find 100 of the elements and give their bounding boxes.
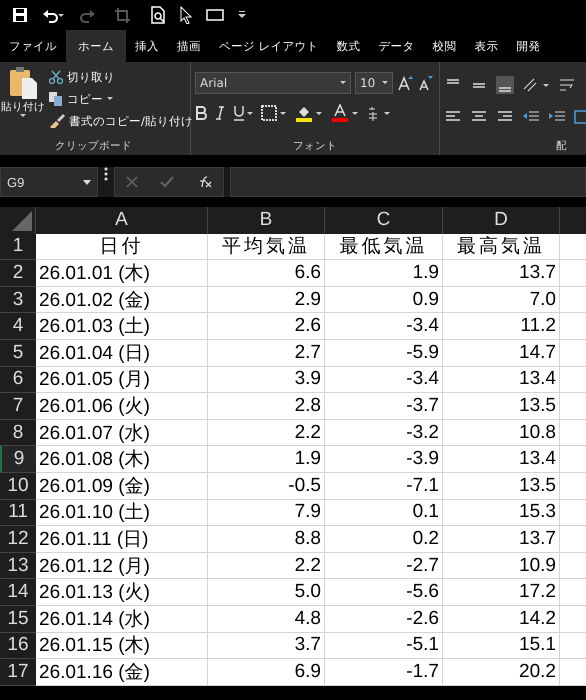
italic-icon[interactable]	[215, 106, 225, 120]
align-center-icon[interactable]	[470, 110, 488, 124]
table-cell: -3.4	[325, 366, 443, 394]
ribbon-tab[interactable]: ホーム	[66, 30, 126, 62]
formula-field[interactable]	[230, 167, 586, 197]
ribbon-tab[interactable]: データ	[370, 30, 424, 62]
fill-color-icon[interactable]	[295, 104, 323, 122]
ribbon-tab[interactable]: 挿入	[126, 30, 168, 62]
undo-icon[interactable]	[42, 7, 64, 23]
table-cell	[560, 500, 586, 526]
bottom-align-icon[interactable]	[496, 76, 514, 94]
group-label: 配	[556, 139, 567, 154]
table-cell: 15.3	[443, 500, 560, 526]
table-cell: 14.2	[443, 606, 560, 632]
table-cell	[560, 606, 586, 632]
ribbon-tab[interactable]: 校閲	[424, 30, 466, 62]
row-header[interactable]: 1	[0, 234, 36, 260]
font-size-field[interactable]: 10	[355, 72, 393, 94]
table-cell: -5.6	[325, 579, 443, 606]
brush-icon[interactable]	[49, 114, 65, 128]
print-preview-icon[interactable]	[150, 6, 166, 24]
caret-icon[interactable]	[340, 81, 346, 85]
align-right-icon[interactable]	[496, 110, 514, 124]
table-cell	[560, 446, 586, 473]
bold-icon[interactable]	[195, 106, 207, 120]
align-left-icon[interactable]	[444, 110, 462, 124]
table-cell: 2.7	[208, 340, 325, 367]
table-cell: 13.5	[443, 393, 560, 420]
table-cell: 26.01.07 (水)	[36, 420, 208, 446]
ribbon-tab[interactable]: 開発	[508, 30, 550, 62]
table-cell: 13.5	[443, 472, 560, 500]
table-cell: 26.01.02 (金)	[36, 286, 208, 314]
table-cell	[560, 472, 586, 500]
font-name-field[interactable]: Arial	[195, 72, 351, 94]
table-cell: 0.9	[325, 286, 443, 314]
cut-button[interactable]: 切り取り	[67, 70, 115, 84]
table-cell: 26.01.08 (木)	[36, 446, 208, 473]
table-cell: 0.2	[325, 526, 443, 553]
row-header[interactable]: 9	[0, 446, 36, 473]
customize-icon[interactable]	[238, 11, 246, 19]
table-cell	[560, 632, 586, 660]
caret-icon[interactable]	[382, 81, 388, 85]
row-header[interactable]: 13	[0, 552, 36, 580]
scissors-icon[interactable]	[49, 70, 63, 84]
ribbon-tab[interactable]: 描画	[168, 30, 210, 62]
rectangle-icon[interactable]	[206, 9, 224, 21]
copy-button[interactable]: コピー	[67, 92, 103, 106]
name-box[interactable]: G9	[0, 167, 98, 197]
row-header[interactable]: 6	[0, 366, 36, 394]
borders-icon[interactable]	[261, 105, 287, 121]
table-cell: -3.7	[325, 393, 443, 420]
table-cell: 26.01.04 (日)	[36, 340, 208, 367]
paste-button[interactable]: 貼り付け	[1, 100, 45, 114]
table-cell: 13.4	[443, 366, 560, 394]
table-cell: 6.9	[208, 659, 325, 686]
caret-icon[interactable]	[107, 97, 113, 101]
table-cell: 8.8	[208, 526, 325, 553]
paste-icon[interactable]	[8, 66, 38, 100]
table-cell: 26.01.13 (火)	[36, 579, 208, 606]
underline-icon[interactable]	[233, 105, 253, 121]
table-cell: 10.9	[443, 552, 560, 580]
table-cell: 0.1	[325, 500, 443, 526]
table-cell: -2.7	[325, 552, 443, 580]
table-cell: 26.01.12 (月)	[36, 552, 208, 580]
table-cell: 26.01.16 (金)	[36, 659, 208, 686]
grow-font-icon[interactable]	[397, 75, 413, 91]
table-cell: -3.4	[325, 313, 443, 340]
pointer-icon[interactable]	[180, 6, 192, 24]
caret-icon[interactable]	[20, 114, 26, 118]
more-icon[interactable]	[104, 167, 108, 181]
ribbon-tab[interactable]: 表示	[466, 30, 508, 62]
table-cell	[560, 366, 586, 394]
table-cell: 2.2	[208, 552, 325, 580]
table-cell: 13.7	[443, 526, 560, 553]
row-header[interactable]: 11	[0, 500, 36, 526]
ribbon-tab[interactable]: ファイル	[0, 30, 66, 62]
wrap-text-icon[interactable]	[558, 77, 576, 93]
format-painter-button[interactable]: 書式のコピー/貼り付け	[69, 114, 193, 128]
table-cell: 7.9	[208, 500, 325, 526]
table-cell	[560, 313, 586, 340]
save-icon[interactable]	[12, 7, 28, 23]
phonetic-icon[interactable]	[367, 105, 391, 121]
table-cell	[560, 260, 586, 287]
copy-icon[interactable]	[49, 92, 63, 106]
table-cell: 13.7	[443, 260, 560, 287]
ribbon-tab[interactable]: ページ レイアウト	[210, 30, 328, 62]
table-cell: 7.0	[443, 286, 560, 314]
font-color-icon[interactable]	[331, 104, 359, 122]
table-cell: 2.9	[208, 286, 325, 314]
table-cell	[560, 659, 586, 686]
select-all-icon[interactable]	[12, 210, 32, 231]
cancel-icon[interactable]	[126, 176, 138, 188]
table-cell: 最高気温	[443, 234, 560, 260]
caret-icon[interactable]	[83, 180, 91, 184]
row-header[interactable]: 16	[0, 632, 36, 660]
orientation-icon[interactable]	[522, 77, 550, 93]
shrink-font-icon[interactable]	[417, 75, 433, 91]
table-cell: 26.01.03 (土)	[36, 313, 208, 340]
enter-icon[interactable]	[160, 176, 174, 188]
ribbon-tab[interactable]: 数式	[328, 30, 370, 62]
